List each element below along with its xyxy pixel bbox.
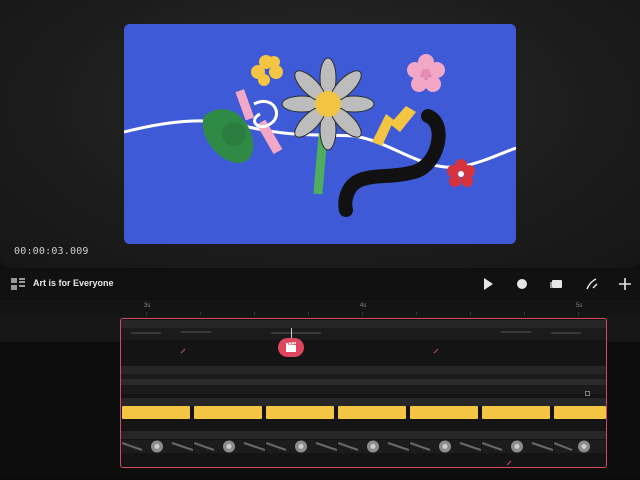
clapperboard-icon: [286, 342, 296, 352]
yellow-clip[interactable]: [266, 406, 334, 419]
flower-thumbnail[interactable]: [338, 440, 409, 453]
ruler-tick: [470, 312, 471, 315]
ruler-tick: [146, 312, 147, 315]
flower-thumbnail[interactable]: [194, 440, 265, 453]
preview-area: [0, 0, 640, 268]
flower-thumbnail[interactable]: [266, 440, 337, 453]
ruler-tick: [578, 312, 579, 315]
ruler-tick: [200, 312, 201, 315]
track-texture: [121, 379, 606, 385]
link-marker-icon: [506, 460, 512, 466]
track-body[interactable]: [121, 374, 606, 394]
yellow-clip[interactable]: [554, 406, 606, 419]
flower-thumbnail[interactable]: [554, 440, 606, 453]
ruler-tick: [254, 312, 255, 315]
yellow-clip[interactable]: [338, 406, 406, 419]
track-1[interactable]: [121, 320, 606, 340]
flower-thumbnail[interactable]: [410, 440, 481, 453]
ruler-tick: [308, 312, 309, 315]
yellow-clip[interactable]: [410, 406, 478, 419]
timeline-bottom-edge: [0, 476, 640, 480]
pen-icon[interactable]: [584, 276, 600, 292]
track-header: [121, 431, 606, 439]
track-header: [121, 320, 606, 328]
track-waveform: [131, 331, 581, 334]
time-ruler[interactable]: [0, 300, 640, 316]
track-header: [121, 366, 606, 374]
link-marker-icon: [433, 348, 439, 354]
plus-icon[interactable]: [617, 276, 633, 292]
timecode-display: 00:00:03.009: [14, 246, 89, 257]
media-icon[interactable]: [549, 276, 565, 292]
yellow-clip[interactable]: [194, 406, 262, 419]
ruler-tick: [524, 312, 525, 315]
track-2[interactable]: [121, 366, 606, 394]
artwork-canvas[interactable]: [124, 24, 516, 244]
yellow-clip[interactable]: [482, 406, 550, 419]
yellow-clip[interactable]: [122, 406, 190, 419]
expand-icon[interactable]: [585, 391, 590, 396]
artwork-illustration: [124, 24, 516, 244]
track-4[interactable]: [121, 431, 606, 439]
track-3[interactable]: [121, 398, 606, 406]
ruler-tick: [416, 312, 417, 315]
play-icon[interactable]: [480, 276, 496, 292]
track-body[interactable]: [121, 328, 606, 340]
project-title[interactable]: Art is for Everyone: [33, 278, 114, 288]
playhead-handle[interactable]: [278, 338, 304, 357]
track-header: [121, 398, 606, 406]
ruler-tick: [362, 312, 363, 315]
ruler-label-4s: 4s: [360, 303, 367, 309]
link-marker-icon: [180, 348, 186, 354]
flower-thumbnail[interactable]: [482, 440, 553, 453]
record-icon[interactable]: [514, 276, 530, 292]
ruler-label-3s: 3s: [144, 303, 151, 309]
layers-icon[interactable]: [11, 278, 25, 290]
ruler-label-5s: 5s: [576, 303, 583, 309]
flower-thumbnail[interactable]: [122, 440, 193, 453]
